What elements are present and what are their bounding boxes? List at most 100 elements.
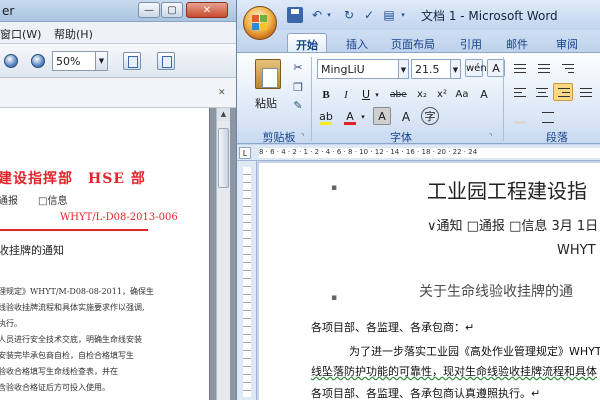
paragraph-mark-icon: ▪ [331, 293, 338, 303]
highlight-button[interactable]: ab [317, 107, 335, 125]
font-size-combobox[interactable]: 21.5 [411, 59, 451, 79]
tab-page-layout[interactable]: 页面布局 [385, 33, 441, 52]
pdf-page: 建设指挥部 HSE 部 通报 □信息 WHYT/L-D08-2013-006 收… [0, 108, 210, 400]
tab-selector[interactable]: L [239, 147, 251, 159]
paste-label: 粘贴 [255, 97, 277, 110]
menu-window[interactable]: 窗口(W) [0, 26, 41, 42]
dialog-launcher-icon[interactable]: ⌝ [489, 133, 492, 141]
chevron-down-icon[interactable]: ▾ [373, 85, 381, 103]
chevron-down-icon[interactable]: ▾ [359, 107, 367, 125]
tab-review[interactable]: 审阅 [551, 33, 583, 52]
pdf-body-line: 线验收挂牌流程和具体实施要求作以强调, [0, 303, 145, 312]
chevron-down-icon[interactable]: ▼ [451, 59, 461, 79]
font-color-button[interactable]: A [341, 107, 359, 125]
pdf-notice-title: 收挂牌的通知 [0, 244, 64, 257]
office-logo-icon [252, 15, 268, 31]
ribbon-tabs: 开始 插入 页面布局 引用 邮件 审阅 [237, 30, 600, 52]
change-case-button[interactable]: Aa [453, 85, 471, 103]
pinyin-guide-button[interactable]: wén [465, 59, 487, 77]
superscript-button[interactable]: x² [433, 85, 451, 103]
align-left-icon[interactable] [509, 83, 529, 101]
save-icon[interactable] [287, 7, 303, 23]
format-painter-icon[interactable]: ✎ [291, 99, 305, 113]
vertical-ruler[interactable] [237, 161, 257, 400]
document-paragraph[interactable]: 为了进一步落实工业园《高处作业管理规定》WHYT/M [349, 343, 600, 359]
justify-icon[interactable] [575, 83, 595, 101]
tab-insert[interactable]: 插入 [341, 33, 373, 52]
pdf-heading: 建设指挥部 HSE 部 [0, 171, 146, 187]
document-page[interactable]: ▪ 工业园工程建设指 ∨通知 □通报 □信息 3月 1日 WHYT ▪ 关于生命… [259, 163, 600, 400]
paragraph-mark-icon: ▪ [331, 183, 338, 193]
redo-icon[interactable]: ↻ [341, 7, 357, 23]
ruler-ticks: 8 · 6 · 4 · 2 · 1 · 2 · 4 · 6 · 8 · 10 ·… [259, 148, 478, 156]
grow-font-button[interactable]: A [397, 107, 415, 125]
zoom-select[interactable]: 50% [52, 51, 96, 71]
document-heading[interactable]: 工业园工程建设指 [427, 175, 587, 204]
pdf-doc-number: WHYT/L-D08-2013-006 [60, 212, 178, 223]
pdf-vertical-scrollbar[interactable]: ▲ [216, 108, 230, 400]
scroll-thumb[interactable] [218, 128, 229, 188]
borders-icon[interactable] [537, 107, 557, 125]
italic-button[interactable]: I [337, 85, 355, 103]
pdf-checkbox-line: 通报 □信息 [0, 196, 68, 207]
minimize-button[interactable]: — [138, 2, 160, 18]
dialog-launcher-icon[interactable]: ⌝ [301, 133, 304, 141]
pdf-body-line: 安装完毕承包商自检，自检合格填写生 [0, 351, 134, 360]
group-label-paragraph: 段落 [546, 131, 568, 144]
pdf-body-line: 含验收合格证后方可投入使用。 [0, 383, 110, 392]
bold-button[interactable]: B [317, 85, 335, 103]
paste-button[interactable]: 粘贴 [251, 57, 285, 113]
align-center-icon[interactable] [531, 83, 551, 101]
window-title: 文档 1 - Microsoft Word [421, 9, 558, 23]
document-addressee[interactable]: 各项目部、各监理、各承包商：↵ [311, 319, 474, 335]
undo-icon[interactable]: ↶ [309, 7, 325, 23]
multilevel-list-icon[interactable] [557, 59, 577, 77]
zoom-in-icon[interactable] [31, 54, 45, 68]
subscript-button[interactable]: x₂ [413, 85, 431, 103]
pdf-window-title: er [2, 4, 15, 18]
group-divider [503, 57, 504, 141]
word-window: ↶ ▾ ↻ ✓ ▤ ▾ 文档 1 - Microsoft Word 开始 插入 … [236, 0, 600, 400]
maximize-button[interactable]: ▢ [161, 2, 183, 18]
chevron-down-icon[interactable]: ▼ [96, 51, 108, 71]
horizontal-ruler[interactable]: L 8 · 6 · 4 · 2 · 1 · 2 · 4 · 6 · 8 · 10… [237, 145, 600, 161]
office-button[interactable] [243, 6, 277, 40]
group-divider [311, 57, 312, 141]
numbering-icon[interactable] [533, 59, 553, 77]
copy-icon[interactable]: ❐ [291, 81, 305, 95]
group-label-clipboard: 剪贴板 [262, 131, 296, 144]
tab-references[interactable]: 引用 [455, 33, 487, 52]
pdf-body-line: 验收合格填写生命线检查表，并在 [0, 367, 118, 376]
document-number[interactable]: WHYT [557, 243, 596, 258]
align-right-icon[interactable] [553, 83, 573, 101]
fit-width-icon[interactable] [157, 52, 175, 70]
pdf-titlebar: er — ▢ ✕ [0, 0, 236, 22]
shading-icon[interactable] [509, 107, 529, 125]
tab-mailings[interactable]: 邮件 [501, 33, 533, 52]
pdf-pane-header: ✕ [0, 78, 236, 108]
group-label-font: 字体 [390, 131, 412, 144]
customize-qat-icon[interactable]: ▾ [399, 7, 407, 23]
print-preview-icon[interactable]: ▤ [381, 7, 397, 23]
cut-icon[interactable]: ✂ [291, 61, 305, 75]
document-notice-title[interactable]: 关于生命线验收挂牌的通 [419, 281, 573, 301]
spell-check-icon[interactable]: ✓ [361, 7, 377, 23]
fit-page-icon[interactable] [123, 52, 141, 70]
chevron-down-icon[interactable]: ▾ [325, 7, 333, 23]
scroll-up-icon[interactable]: ▲ [217, 108, 230, 121]
document-checkbox-line[interactable]: ∨通知 □通报 □信息 3月 1日 [427, 215, 598, 234]
clear-formatting-button[interactable]: A [475, 85, 493, 103]
close-icon[interactable]: ✕ [218, 88, 228, 98]
strikethrough-button[interactable]: abe [389, 85, 407, 103]
tab-home[interactable]: 开始 [287, 33, 327, 52]
character-shading-button[interactable]: A [373, 107, 391, 125]
zoom-out-icon[interactable] [4, 54, 18, 68]
font-name-combobox[interactable]: MingLiU [317, 59, 399, 79]
close-button[interactable]: ✕ [186, 2, 228, 18]
chevron-down-icon[interactable]: ▼ [399, 59, 409, 79]
menu-help[interactable]: 帮助(H) [54, 26, 93, 42]
document-paragraph[interactable]: 各项目部、各监理、各承包商认真遵照执行。↵ [311, 385, 540, 400]
bullets-icon[interactable] [509, 59, 529, 77]
document-paragraph[interactable]: 线坠落防护功能的可靠性，现对生命线验收挂牌流程和具体 [311, 363, 597, 379]
enclose-characters-button[interactable]: 字 [421, 107, 439, 125]
